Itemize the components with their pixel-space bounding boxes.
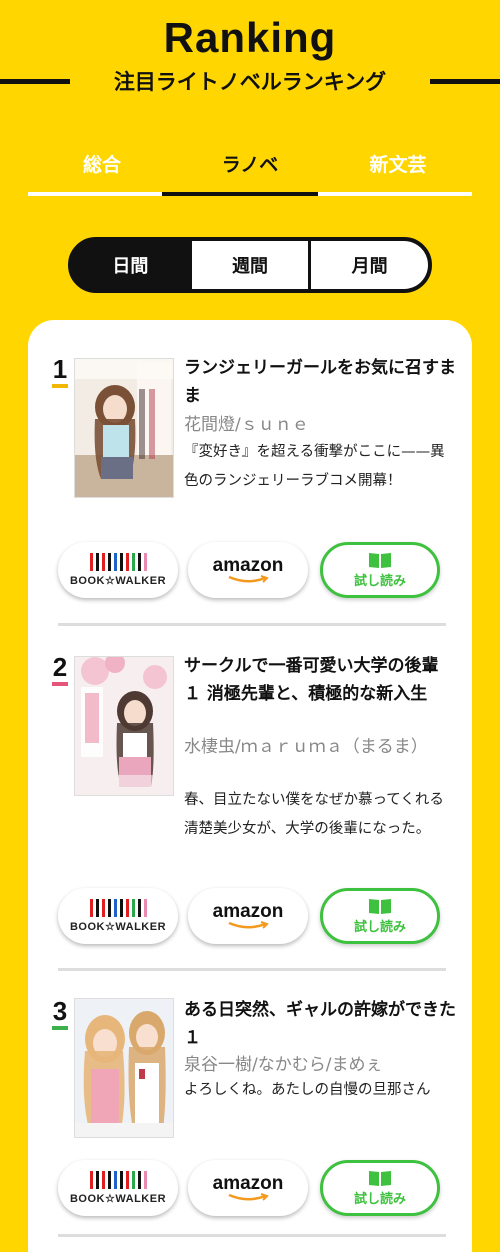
bookwalker-button[interactable]: BOOK☆WALKER (58, 1160, 178, 1216)
trial-read-button[interactable]: 試し読み (320, 542, 440, 598)
item-divider (58, 623, 446, 626)
rank-bar (52, 682, 68, 686)
rank-number: 2 (52, 652, 68, 682)
amazon-label: amazon (212, 1172, 284, 1194)
book-author: 花間燈/ｓｕｎｅ (184, 415, 309, 435)
book-title[interactable]: サークルで一番可愛い大学の後輩 １ 消極先輩と、積極的な新入生 (184, 652, 460, 708)
book-icon (369, 899, 391, 914)
rank-bar (52, 1026, 68, 1030)
period-toggle: 日間 週間 月間 (68, 237, 432, 293)
book-cover[interactable] (74, 656, 174, 796)
ranking-card: 1 ランジェリーガールをお気に召すまま 花間燈/ｓｕｎｅ 『変好き』を超える衝撃… (28, 320, 472, 1252)
period-monthly[interactable]: 月間 (308, 241, 428, 289)
amazon-smile-icon (228, 574, 269, 583)
bookwalker-button[interactable]: BOOK☆WALKER (58, 888, 178, 944)
period-daily[interactable]: 日間 (72, 241, 189, 289)
book-icon (369, 553, 391, 568)
page-subtitle: 注目ライトノベルランキング (113, 70, 387, 94)
book-description: 春、目立たない僕をなぜか慕ってくれる清楚美少女が、大学の後輩になった。 (184, 792, 444, 837)
bookwalker-label: BOOK☆WALKER (69, 1193, 167, 1205)
amazon-button[interactable]: amazon (188, 1160, 308, 1216)
category-tabs: 総合 ラノベ 新文芸 (28, 140, 472, 198)
trial-read-button[interactable]: 試し読み (320, 888, 440, 944)
rank-number: 1 (52, 354, 68, 384)
tab-underline-general (28, 192, 162, 196)
amazon-smile-icon (228, 1192, 269, 1201)
tab-new-literature[interactable]: 新文芸 (324, 150, 472, 177)
divider-right (430, 79, 500, 84)
book-author: 水棲虫/ｍａｒｕｍａ（まるま） (184, 737, 428, 757)
book-icon (369, 1171, 391, 1186)
rank-bar (52, 384, 68, 388)
book-title[interactable]: ある日突然、ギャルの許嫁ができた １ (184, 996, 460, 1052)
period-weekly[interactable]: 週間 (188, 241, 309, 289)
trial-read-label: 試し読み (353, 920, 406, 935)
bookwalker-logo-icon (89, 553, 147, 571)
trial-read-button[interactable]: 試し読み (320, 1160, 440, 1216)
book-author: 泉谷一樹/なかむら/まめぇ (184, 1055, 383, 1075)
bookwalker-logo-icon (89, 1171, 147, 1189)
book-description: よろしくね。あたしの自慢の旦那さん (184, 1082, 431, 1098)
tab-underline-active (162, 192, 318, 196)
subtitle-row: 注目ライトノベルランキング (0, 66, 500, 96)
tab-general[interactable]: 総合 (28, 150, 176, 177)
bookwalker-label: BOOK☆WALKER (69, 575, 167, 587)
bookwalker-logo-icon (89, 899, 147, 917)
item-divider (58, 1234, 446, 1237)
tab-underline-new-literature (318, 192, 472, 196)
amazon-label: amazon (212, 900, 284, 922)
page-title: Ranking (163, 14, 337, 61)
amazon-smile-icon (228, 920, 269, 929)
item-divider (58, 968, 446, 971)
rank-number: 3 (52, 996, 68, 1026)
book-title[interactable]: ランジェリーガールをお気に召すまま (184, 354, 460, 410)
amazon-button[interactable]: amazon (188, 542, 308, 598)
trial-read-label: 試し読み (353, 1192, 406, 1207)
amazon-label: amazon (212, 554, 284, 576)
book-cover[interactable] (74, 998, 174, 1138)
book-cover[interactable] (74, 358, 174, 498)
amazon-button[interactable]: amazon (188, 888, 308, 944)
bookwalker-label: BOOK☆WALKER (69, 921, 167, 933)
trial-read-label: 試し読み (353, 574, 406, 589)
tab-light-novel[interactable]: ラノベ (176, 150, 324, 177)
divider-left (0, 79, 70, 84)
book-description: 『変好き』を超える衝撃がここに——異色のランジェリーラブコメ開幕！ (184, 444, 445, 489)
bookwalker-button[interactable]: BOOK☆WALKER (58, 542, 178, 598)
